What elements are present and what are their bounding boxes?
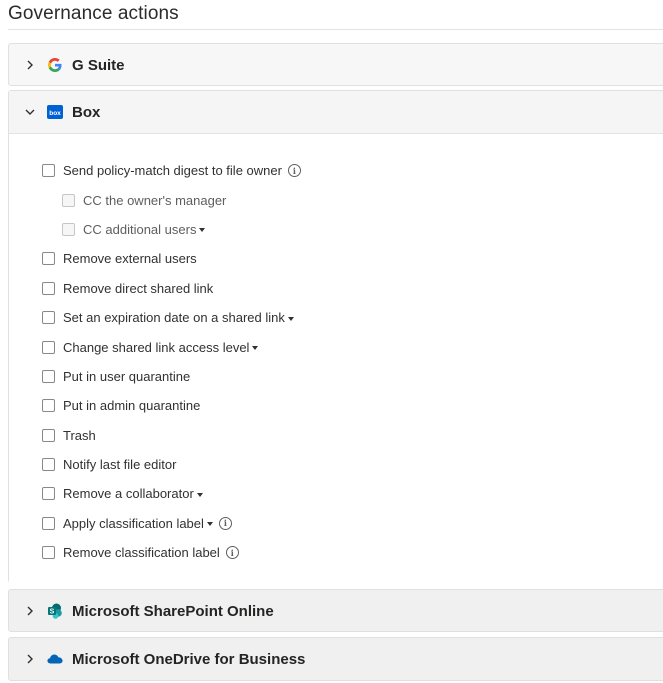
box-section: box Box Send policy-match digest to file… (8, 90, 663, 584)
svg-text:S: S (50, 609, 55, 616)
option-row: Put in admin quarantine (9, 391, 663, 420)
option-label: CC additional users (83, 221, 197, 237)
chevron-right-icon[interactable] (23, 652, 37, 666)
svg-text:box: box (49, 110, 61, 117)
chevron-right-icon[interactable] (23, 58, 37, 72)
option-checkbox[interactable] (42, 340, 55, 354)
sharepoint-section: S Microsoft SharePoint Online (8, 589, 663, 632)
chevron-down-icon[interactable] (23, 105, 37, 119)
onedrive-section: Microsoft OneDrive for Business (8, 637, 663, 681)
gsuite-header[interactable]: G Suite (9, 44, 663, 86)
option-label: Put in user quarantine (63, 368, 191, 384)
option-row: Apply classification label i (9, 509, 663, 538)
option-row: Remove classification label i (9, 538, 663, 567)
option-row: Trash (9, 421, 663, 450)
option-row: CC additional users (9, 215, 663, 244)
sharepoint-icon: S (47, 603, 63, 619)
option-checkbox[interactable] (42, 164, 55, 178)
option-row: Remove a collaborator (9, 479, 663, 508)
info-icon[interactable]: i (225, 546, 239, 560)
option-row: Set an expiration date on a shared link (9, 303, 663, 332)
gsuite-section: G Suite (8, 43, 663, 86)
option-checkbox[interactable] (42, 487, 55, 501)
caret-down-icon[interactable] (287, 316, 294, 321)
box-title: Box (72, 103, 101, 121)
page-title: Governance actions (8, 3, 179, 24)
option-label: Change shared link access level (63, 339, 250, 355)
option-row: Notify last file editor (9, 450, 663, 479)
gsuite-title: G Suite (72, 56, 125, 74)
option-row: Put in user quarantine (9, 362, 663, 391)
option-checkbox[interactable] (42, 458, 55, 472)
caret-down-icon[interactable] (206, 522, 213, 527)
option-row: Send policy-match digest to file owner i (9, 156, 663, 185)
option-row: Remove direct shared link (9, 274, 663, 303)
option-checkbox[interactable] (42, 516, 55, 530)
option-checkbox[interactable] (42, 252, 55, 266)
option-checkbox[interactable] (42, 546, 55, 560)
caret-down-icon[interactable] (196, 492, 203, 497)
option-label: Trash (63, 427, 96, 443)
info-icon[interactable]: i (287, 164, 301, 178)
option-row: CC the owner's manager (9, 185, 663, 214)
google-g-icon (47, 57, 63, 73)
option-label: Send policy-match digest to file owner (63, 163, 282, 179)
option-checkbox[interactable] (42, 311, 55, 325)
option-label: Put in admin quarantine (63, 398, 201, 414)
option-label: Remove external users (63, 251, 197, 267)
option-checkbox[interactable] (42, 399, 55, 413)
option-row: Change shared link access level (9, 332, 663, 361)
box-header[interactable]: box Box (9, 91, 663, 134)
box-options-list: Send policy-match digest to file owner i C… (9, 134, 663, 584)
onedrive-title: Microsoft OneDrive for Business (72, 650, 306, 668)
title-divider (8, 29, 663, 30)
onedrive-cloud-icon (47, 651, 63, 667)
info-icon[interactable]: i (218, 516, 232, 530)
caret-down-icon[interactable] (199, 228, 206, 233)
option-label: Notify last file editor (63, 457, 177, 473)
option-label: CC the owner's manager (83, 192, 227, 208)
option-label: Set an expiration date on a shared link (63, 310, 285, 326)
sharepoint-header[interactable]: S Microsoft SharePoint Online (9, 590, 663, 632)
box-logo-icon: box (47, 104, 63, 120)
option-checkbox[interactable] (62, 222, 75, 236)
option-checkbox[interactable] (42, 428, 55, 442)
chevron-right-icon[interactable] (23, 604, 37, 618)
onedrive-header[interactable]: Microsoft OneDrive for Business (9, 638, 663, 680)
option-row: Remove external users (9, 244, 663, 273)
option-checkbox[interactable] (62, 193, 75, 207)
option-label: Remove classification label (63, 545, 220, 561)
option-label: Remove direct shared link (63, 280, 214, 296)
option-checkbox[interactable] (42, 281, 55, 295)
option-label: Apply classification label (63, 515, 204, 531)
option-checkbox[interactable] (42, 369, 55, 383)
caret-down-icon[interactable] (252, 346, 259, 351)
sharepoint-title: Microsoft SharePoint Online (72, 602, 274, 620)
option-label: Remove a collaborator (63, 486, 194, 502)
